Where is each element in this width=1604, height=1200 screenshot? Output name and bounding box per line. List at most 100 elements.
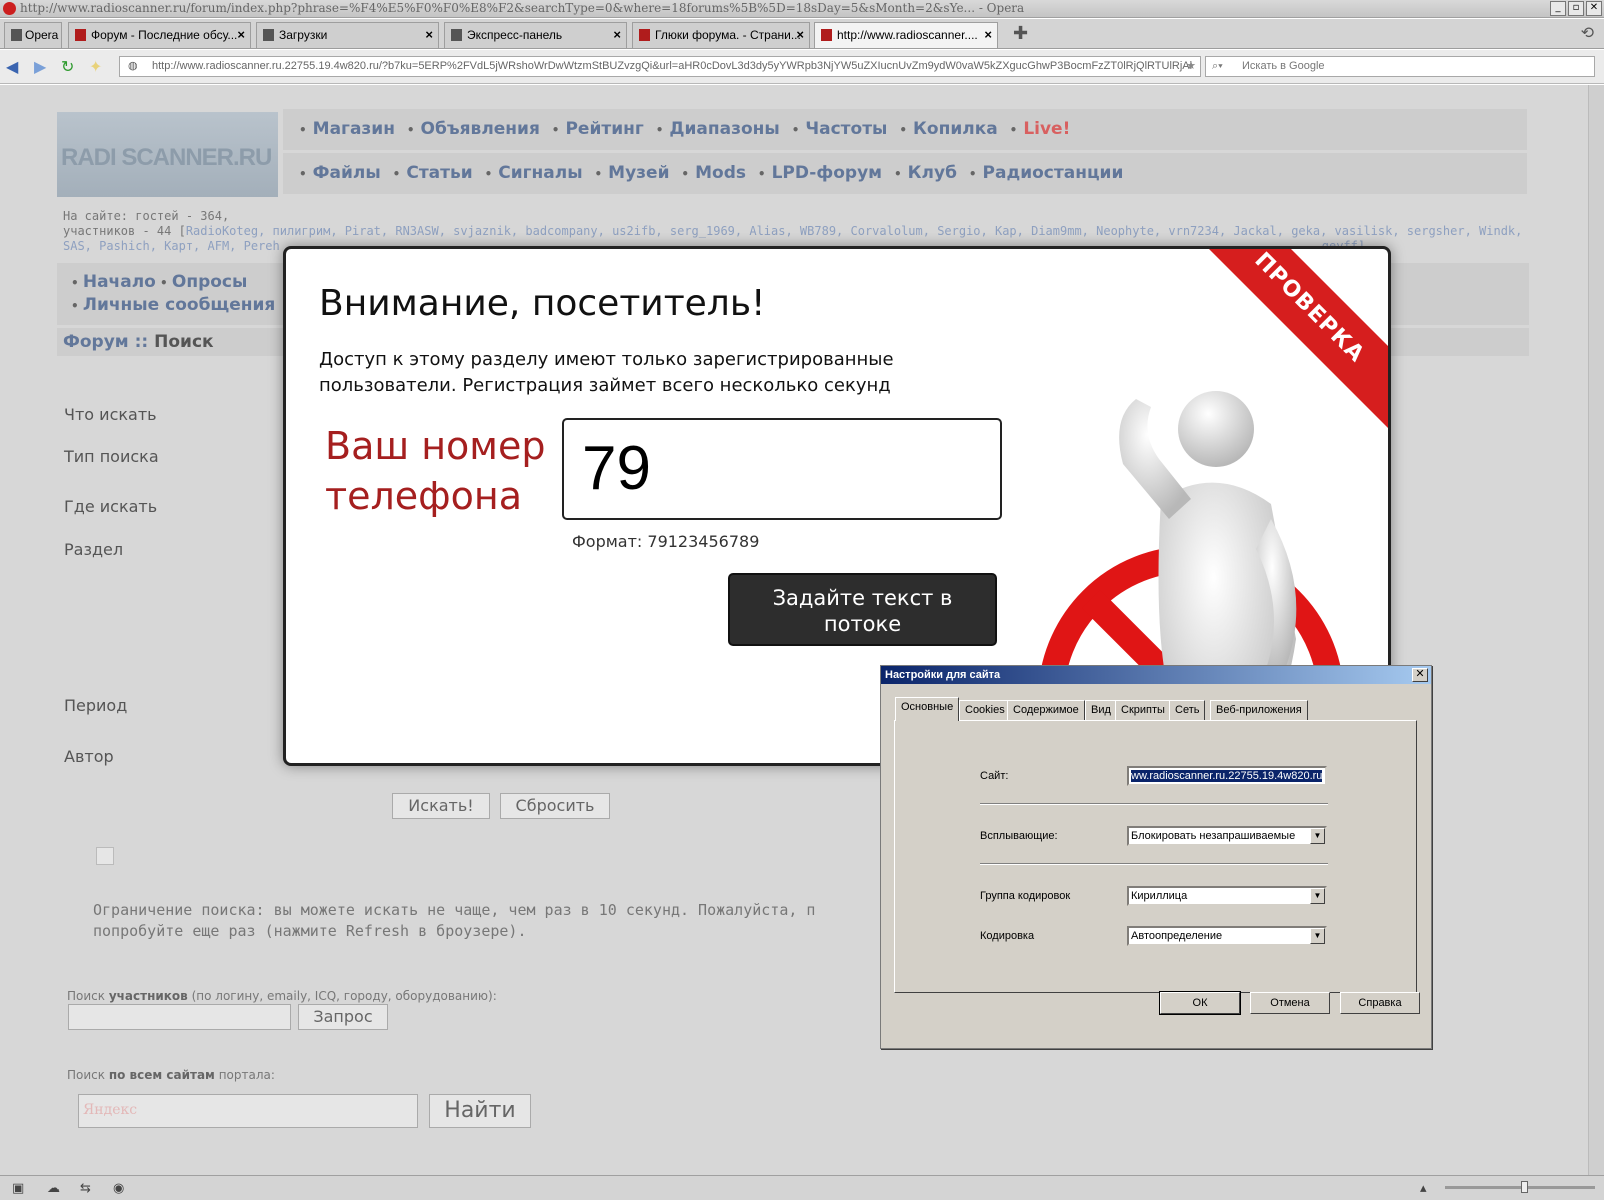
dialog-close-icon[interactable]: ✕ <box>1412 668 1428 682</box>
zoom-up-icon[interactable]: ▴ <box>1420 1181 1427 1196</box>
phone-input[interactable]: 79 <box>562 418 1002 520</box>
yandex-search-input[interactable]: Яндекс <box>78 1094 418 1128</box>
online-members-list-cont[interactable]: SAS, Pashich, Карт, AFM, Pereh <box>63 239 280 253</box>
menu-signals[interactable]: Сигналы <box>498 163 582 183</box>
tab-scripts[interactable]: Скрипты <box>1115 700 1171 720</box>
captcha-checkbox[interactable] <box>96 847 114 865</box>
menu-piggybank[interactable]: Копилка <box>913 119 998 139</box>
tab-close-icon[interactable]: × <box>425 23 433 47</box>
turbo-icon[interactable]: ◉ <box>113 1181 124 1196</box>
site-favicon-icon <box>821 29 832 41</box>
tab-bar: Opera Форум - Последние обсу... × Загруз… <box>0 19 1604 49</box>
tab-forum-bugs[interactable]: Глюки форума. - Страни... × <box>632 22 810 48</box>
tab-downloads[interactable]: Загрузки × <box>256 22 439 48</box>
tab-general[interactable]: Основные <box>895 697 960 721</box>
tab-web-apps[interactable]: Веб-приложения <box>1210 700 1308 720</box>
encoding-group-select[interactable]: Кириллица ▼ <box>1127 886 1327 906</box>
label-section: Раздел <box>64 540 124 559</box>
search-submit-button[interactable]: Искать! <box>392 793 490 819</box>
dialog-title: Настройки для сайта <box>881 666 1431 684</box>
tab-content[interactable]: Содержимое <box>1007 700 1085 720</box>
nav-polls[interactable]: Опросы <box>172 272 248 292</box>
menu-live[interactable]: Live! <box>1023 119 1070 139</box>
divider <box>980 863 1328 865</box>
popups-label: Всплывающие: <box>980 830 1058 842</box>
nav-home[interactable]: Начало <box>83 272 156 292</box>
menu-museum[interactable]: Музей <box>608 163 669 183</box>
tab-forum-latest[interactable]: Форум - Последние обсу... × <box>68 22 251 48</box>
menu-lpd-forum[interactable]: LPD-форум <box>772 163 882 183</box>
breadcrumb-forum[interactable]: Форум <box>63 332 129 352</box>
members-search-label: Поиск участников (по логину, emaily, ICQ… <box>67 989 497 1003</box>
popups-select[interactable]: Блокировать незапрашиваемые ▼ <box>1127 826 1327 846</box>
menu-radios[interactable]: Радиостанции <box>983 163 1124 183</box>
menu-rating[interactable]: Рейтинг <box>565 119 643 139</box>
maximize-icon[interactable]: ▫ <box>1568 1 1584 16</box>
tab-view[interactable]: Вид <box>1085 700 1117 720</box>
minimize-icon[interactable]: _ <box>1550 1 1566 16</box>
opera-link-icon[interactable]: ⇆ <box>80 1181 91 1196</box>
bookmark-star-icon[interactable]: ★ <box>1186 57 1196 76</box>
label-where: Где искать <box>64 497 158 516</box>
encoding-select[interactable]: Автоопределение ▼ <box>1127 926 1327 946</box>
label-search-type: Тип поиска <box>64 447 159 466</box>
menu-ranges[interactable]: Диапазоны <box>669 119 779 139</box>
dialog-panel-general: Сайт: ww.radioscanner.ru.22755.19.4w820.… <box>894 720 1417 993</box>
zoom-slider[interactable] <box>1445 1181 1595 1193</box>
opera-unite-icon[interactable]: ☁ <box>47 1181 60 1196</box>
label-author: Автор <box>64 747 114 766</box>
page-scrollbar[interactable] <box>1588 85 1604 1175</box>
tab-speed-dial[interactable]: Экспресс-панель × <box>444 22 627 48</box>
phone-format-hint: Формат: 79123456789 <box>572 532 760 551</box>
menu-articles[interactable]: Статьи <box>406 163 472 183</box>
chevron-down-icon: ▼ <box>1310 828 1325 844</box>
opera-menu-button[interactable]: Opera <box>4 22 62 48</box>
main-menu-row1: • Магазин • Объявления • Рейтинг • Диапазоны… <box>283 109 1527 150</box>
menu-club[interactable]: Клуб <box>908 163 957 183</box>
menu-mods[interactable]: Mods <box>695 163 746 183</box>
forward-icon[interactable]: ▶ <box>34 57 46 76</box>
grid-icon <box>451 29 462 41</box>
tab-close-icon[interactable]: × <box>613 23 621 47</box>
opera-logo-icon <box>3 2 16 15</box>
tab-cookies[interactable]: Cookies <box>959 700 1011 720</box>
phone-label: Ваш номер телефона <box>325 424 546 518</box>
tab-close-icon[interactable]: × <box>984 23 992 47</box>
panel-toggle-icon[interactable]: ▣ <box>12 1181 24 1196</box>
help-button[interactable]: Справка <box>1340 992 1420 1014</box>
members-search-input[interactable] <box>68 1004 291 1030</box>
back-icon[interactable]: ◀ <box>6 57 18 76</box>
encoding-label: Кодировка <box>980 930 1035 942</box>
find-button[interactable]: Найти <box>429 1094 531 1128</box>
zoom-slider-knob[interactable] <box>1521 1181 1528 1193</box>
tab-radioscanner-active[interactable]: http://www.radioscanner.... × <box>814 22 998 48</box>
menu-shop[interactable]: Магазин <box>313 119 395 139</box>
globe-icon: ◍ <box>128 60 138 72</box>
tab-close-icon[interactable]: × <box>796 23 804 47</box>
search-input[interactable]: ⌕▾ Искать в Google <box>1205 56 1595 77</box>
divider <box>980 803 1328 805</box>
wand-icon[interactable]: ✦ <box>89 57 102 76</box>
submit-phone-button[interactable]: Задайте текст в потоке <box>728 573 997 646</box>
closed-tabs-icon[interactable]: ⟲ <box>1581 23 1594 42</box>
online-members-list[interactable]: RadioKoteg, пилигрим, Pirat, RN3ASW, svj… <box>186 224 1523 238</box>
breadcrumb-current: Поиск <box>154 332 214 352</box>
menu-ads[interactable]: Объявления <box>421 119 540 139</box>
chevron-down-icon: ▼ <box>1310 888 1325 904</box>
site-field[interactable]: ww.radioscanner.ru.22755.19.4w820.ru <box>1127 766 1327 786</box>
request-button[interactable]: Запрос <box>298 1004 388 1030</box>
new-tab-icon[interactable]: ✚ <box>1013 23 1028 44</box>
main-menu-row2: • Файлы • Статьи • Сигналы • Музей • Mods • LP… <box>283 153 1527 194</box>
menu-frequencies[interactable]: Частоты <box>805 119 887 139</box>
address-input[interactable]: ◍ http://www.radioscanner.ru.22755.19.4w… <box>119 56 1201 77</box>
menu-files[interactable]: Файлы <box>313 163 381 183</box>
tab-close-icon[interactable]: × <box>237 23 245 47</box>
nav-private-messages[interactable]: Личные сообщения <box>83 295 275 315</box>
tab-network[interactable]: Сеть <box>1169 700 1206 720</box>
cancel-button[interactable]: Отмена <box>1250 992 1330 1014</box>
reload-icon[interactable]: ↻ <box>61 57 74 76</box>
close-icon[interactable]: ✕ <box>1586 1 1602 16</box>
ok-button[interactable]: ОК <box>1159 991 1241 1015</box>
site-logo[interactable]: RADI SCANNER.RU <box>57 112 278 197</box>
reset-button[interactable]: Сбросить <box>500 793 610 819</box>
